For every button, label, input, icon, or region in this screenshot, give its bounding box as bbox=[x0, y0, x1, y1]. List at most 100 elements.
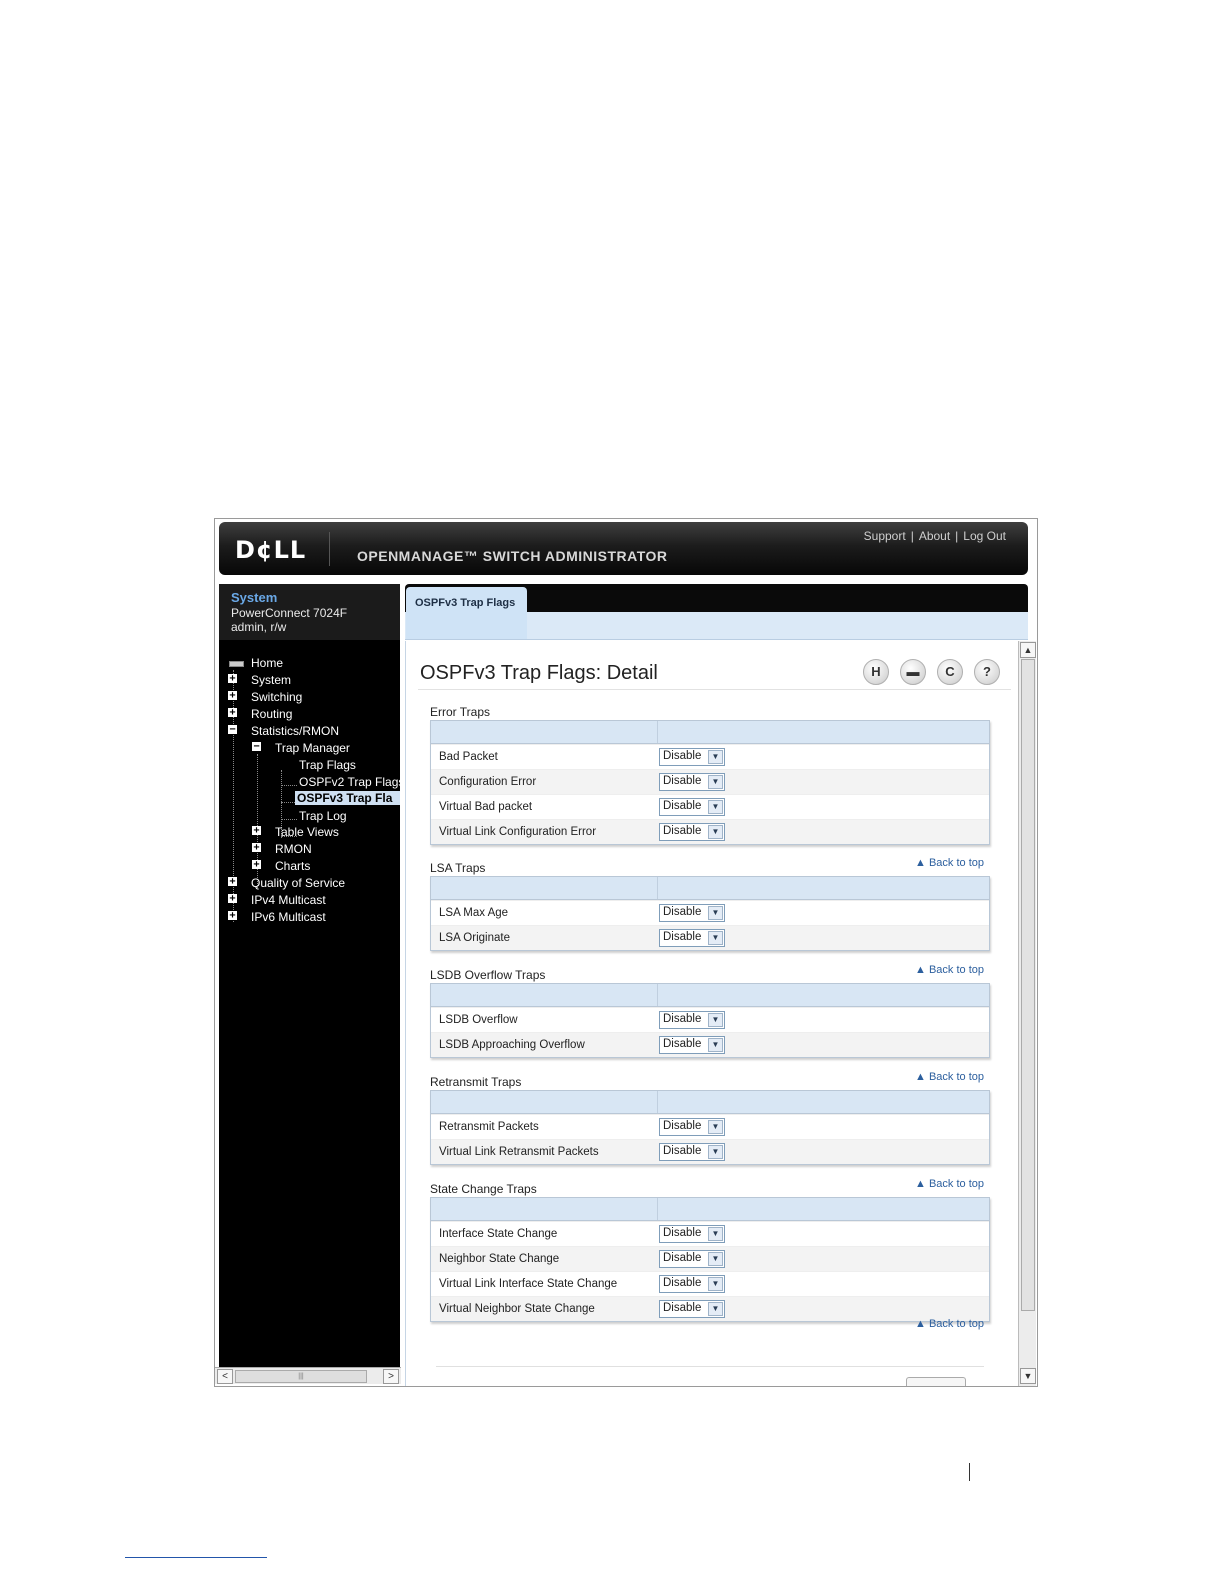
neighbor-state-change-select[interactable]: Disable ▼ bbox=[659, 1250, 725, 1268]
configuration-error-select[interactable]: Disable ▼ bbox=[659, 773, 725, 791]
nav-charts[interactable]: Charts bbox=[275, 859, 310, 873]
nav-switching[interactable]: Switching bbox=[251, 690, 302, 704]
nav-ipv6-multicast[interactable]: IPv6 Multicast bbox=[251, 910, 326, 924]
chevron-down-icon[interactable]: ▼ bbox=[708, 1038, 723, 1052]
home-icon bbox=[229, 661, 244, 667]
collapse-icon[interactable]: − bbox=[252, 742, 261, 752]
save-icon[interactable]: H bbox=[863, 659, 889, 685]
tab-ospfv3-trap-flags[interactable]: OSPFv3 Trap Flags bbox=[406, 587, 527, 639]
section-title-error-traps: Error Traps bbox=[430, 705, 491, 719]
scroll-up-icon[interactable]: ▲ bbox=[1020, 642, 1036, 658]
refresh-icon[interactable]: C bbox=[937, 659, 963, 685]
nav-statistics-rmon[interactable]: Statistics/RMON bbox=[251, 724, 339, 738]
chevron-down-icon[interactable]: ▼ bbox=[708, 1013, 723, 1027]
lsa-originate-select[interactable]: Disable ▼ bbox=[659, 929, 725, 947]
select-value: Disable bbox=[663, 1302, 702, 1314]
bottom-divider bbox=[436, 1366, 984, 1367]
collapse-icon[interactable]: − bbox=[228, 725, 237, 735]
nav-trap-flags[interactable]: Trap Flags bbox=[299, 758, 356, 772]
expand-icon[interactable]: + bbox=[228, 877, 237, 887]
select-value: Disable bbox=[663, 1252, 702, 1264]
tree-line bbox=[281, 819, 297, 820]
back-to-top-link[interactable]: ▲ Back to top bbox=[915, 1318, 984, 1330]
lsdb-overflow-select[interactable]: Disable ▼ bbox=[659, 1011, 725, 1029]
chevron-down-icon[interactable]: ▼ bbox=[708, 1302, 723, 1316]
browser-window: D¢LL OPENMANAGE™ SWITCH ADMINISTRATOR Su… bbox=[214, 518, 1038, 1387]
row-label: Virtual Link Interface State Change bbox=[439, 1278, 618, 1290]
chevron-down-icon[interactable]: ▼ bbox=[708, 1252, 723, 1266]
virtual-bad-packet-select[interactable]: Disable ▼ bbox=[659, 798, 725, 816]
help-icon[interactable]: ? bbox=[974, 659, 1000, 685]
nav-system[interactable]: System bbox=[251, 673, 291, 687]
scroll-right-icon[interactable]: > bbox=[383, 1369, 399, 1384]
chevron-down-icon[interactable]: ▼ bbox=[708, 800, 723, 814]
tab-label: OSPFv3 Trap Flags bbox=[415, 597, 516, 609]
chevron-down-icon[interactable]: ▼ bbox=[708, 1120, 723, 1134]
chevron-down-icon[interactable]: ▼ bbox=[708, 775, 723, 789]
bad-packet-select[interactable]: Disable ▼ bbox=[659, 748, 725, 766]
virtual-neighbor-state-change-select[interactable]: Disable ▼ bbox=[659, 1300, 725, 1318]
table-header bbox=[431, 1091, 989, 1114]
chevron-down-icon[interactable]: ▼ bbox=[708, 1227, 723, 1241]
nav-trap-log[interactable]: Trap Log bbox=[299, 809, 347, 823]
back-to-top-label: Back to top bbox=[928, 1318, 984, 1330]
support-link[interactable]: Support bbox=[864, 529, 906, 543]
retransmit-packets-select[interactable]: Disable ▼ bbox=[659, 1118, 725, 1136]
chevron-down-icon[interactable]: ▼ bbox=[708, 1277, 723, 1291]
scroll-down-icon[interactable]: ▼ bbox=[1020, 1368, 1036, 1384]
chevron-down-icon[interactable]: ▼ bbox=[708, 750, 723, 764]
back-to-top-link[interactable]: ▲ Back to top bbox=[915, 1071, 984, 1083]
print-icon[interactable]: ▬ bbox=[900, 659, 926, 685]
nav-ospfv3-trap-flags[interactable]: OSPFv3 Trap Fla bbox=[295, 791, 400, 805]
nav-table-views[interactable]: Table Views bbox=[275, 825, 339, 839]
expand-icon[interactable]: + bbox=[228, 708, 237, 718]
chevron-down-icon[interactable]: ▼ bbox=[708, 906, 723, 920]
row-label: Interface State Change bbox=[439, 1228, 558, 1240]
virtual-link-interface-state-change-select[interactable]: Disable ▼ bbox=[659, 1275, 725, 1293]
logout-link[interactable]: Log Out bbox=[963, 529, 1006, 543]
nav-ipv4-multicast[interactable]: IPv4 Multicast bbox=[251, 893, 326, 907]
nav-quality-of-service[interactable]: Quality of Service bbox=[251, 876, 345, 890]
page-title: OSPFv3 Trap Flags: Detail bbox=[420, 662, 658, 684]
dell-logo: D¢LL bbox=[235, 536, 307, 564]
expand-icon[interactable]: + bbox=[228, 911, 237, 921]
about-link[interactable]: About bbox=[919, 529, 950, 543]
table-row: Interface State Change Disable ▼ bbox=[431, 1221, 989, 1246]
back-to-top-link[interactable]: ▲ Back to top bbox=[915, 1178, 984, 1190]
sidebar-horizontal-scrollbar[interactable]: < ||| > bbox=[215, 1367, 401, 1384]
expand-icon[interactable]: + bbox=[252, 826, 261, 836]
table-header bbox=[431, 984, 989, 1007]
virtual-link-retransmit-select[interactable]: Disable ▼ bbox=[659, 1143, 725, 1161]
nav-home[interactable]: Home bbox=[251, 656, 283, 670]
scroll-left-icon[interactable]: < bbox=[217, 1369, 233, 1384]
expand-icon[interactable]: + bbox=[228, 691, 237, 701]
tree-line bbox=[281, 785, 297, 786]
back-to-top-link[interactable]: ▲ Back to top bbox=[915, 857, 984, 869]
select-value: Disable bbox=[663, 750, 702, 762]
apply-button[interactable] bbox=[906, 1377, 966, 1386]
lsa-max-age-select[interactable]: Disable ▼ bbox=[659, 904, 725, 922]
chevron-down-icon[interactable]: ▼ bbox=[708, 931, 723, 945]
back-to-top-link[interactable]: ▲ Back to top bbox=[915, 964, 984, 976]
scroll-thumb[interactable] bbox=[1021, 659, 1035, 1311]
nav-trap-manager[interactable]: Trap Manager bbox=[275, 741, 350, 755]
table-row: Virtual Neighbor State Change Disable ▼ bbox=[431, 1296, 989, 1321]
scroll-thumb[interactable]: ||| bbox=[235, 1370, 367, 1383]
column-divider bbox=[657, 1091, 658, 1113]
chevron-down-icon[interactable]: ▼ bbox=[708, 825, 723, 839]
chevron-down-icon[interactable]: ▼ bbox=[708, 1145, 723, 1159]
nav-rmon[interactable]: RMON bbox=[275, 842, 312, 856]
table-retransmit-traps: Retransmit Packets Disable ▼ Virtual Link… bbox=[430, 1090, 990, 1165]
select-value: Disable bbox=[663, 906, 702, 918]
nav-ospfv2-trap-flags[interactable]: OSPFv2 Trap Flags bbox=[299, 775, 404, 789]
virtual-link-config-error-select[interactable]: Disable ▼ bbox=[659, 823, 725, 841]
lsdb-approaching-overflow-select[interactable]: Disable ▼ bbox=[659, 1036, 725, 1054]
expand-icon[interactable]: + bbox=[252, 843, 261, 853]
interface-state-change-select[interactable]: Disable ▼ bbox=[659, 1225, 725, 1243]
table-row: Bad Packet Disable ▼ bbox=[431, 744, 989, 769]
expand-icon[interactable]: + bbox=[228, 894, 237, 904]
content-vertical-scrollbar[interactable]: ▲ ▼ bbox=[1018, 641, 1036, 1386]
expand-icon[interactable]: + bbox=[252, 860, 261, 870]
expand-icon[interactable]: + bbox=[228, 674, 237, 684]
nav-routing[interactable]: Routing bbox=[251, 707, 292, 721]
